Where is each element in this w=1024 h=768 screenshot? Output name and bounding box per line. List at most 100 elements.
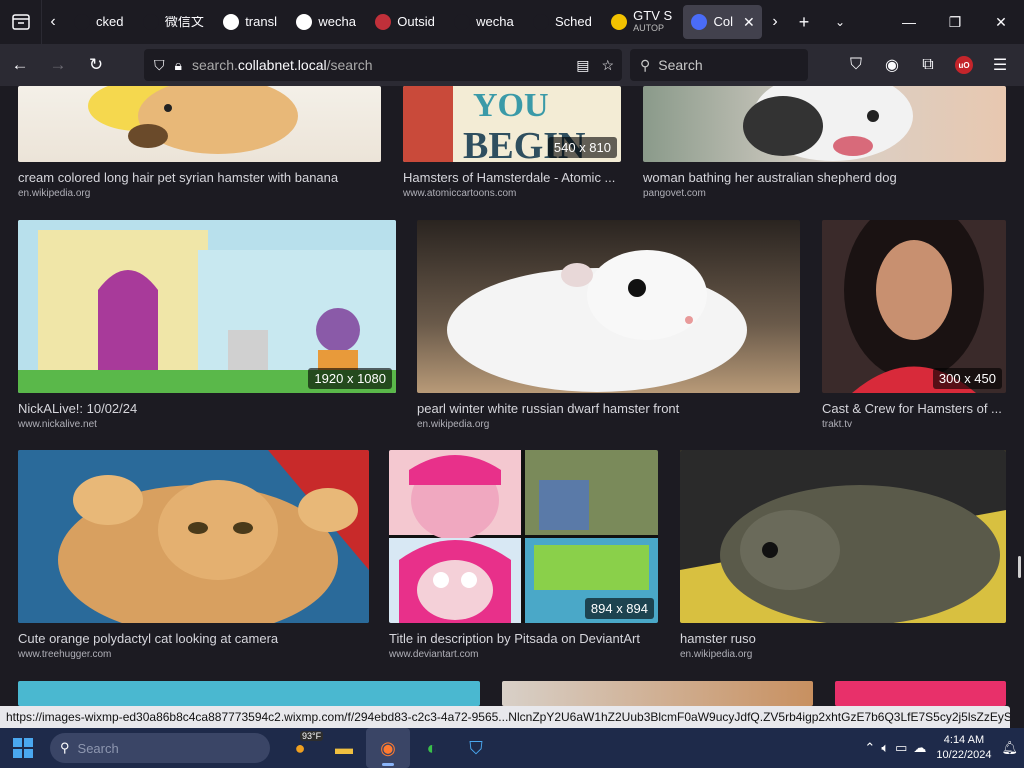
wechat-icon: ◐ bbox=[426, 737, 438, 758]
tabs-scroll-right-button[interactable]: › bbox=[764, 0, 786, 44]
maximize-button[interactable]: ❐ bbox=[932, 0, 978, 44]
tab-1[interactable]: 微信文 bbox=[135, 5, 211, 39]
shield-icon[interactable]: ⛉ bbox=[154, 57, 165, 74]
back-button[interactable]: ← bbox=[2, 49, 38, 81]
tab-label: transl bbox=[245, 16, 277, 28]
result-title[interactable]: hamster ruso bbox=[680, 631, 1006, 646]
result-card[interactable]: Cute orange polydactyl cat looking at ca… bbox=[18, 450, 369, 660]
extensions-button[interactable]: ⧉ bbox=[910, 49, 946, 81]
list-all-tabs-button[interactable]: ⌄ bbox=[822, 0, 858, 44]
shepherd-dog-image bbox=[743, 86, 913, 161]
tab-6[interactable]: Sched bbox=[525, 5, 599, 39]
notification-bell-icon[interactable]: 🔔︎ bbox=[1001, 740, 1018, 756]
reader-view-icon[interactable]: ▤ bbox=[576, 57, 589, 74]
tab-8[interactable]: Col ✕ bbox=[683, 5, 762, 39]
ublock-button[interactable]: uO bbox=[946, 49, 982, 81]
result-title[interactable]: Cute orange polydactyl cat looking at ca… bbox=[18, 631, 369, 646]
tab-2[interactable]: transl bbox=[215, 5, 284, 39]
pocket-button[interactable]: ⛉ bbox=[838, 49, 874, 81]
url-bar[interactable]: ⛉ 🔒︎ search.collabnet.local/search ▤ ☆ bbox=[144, 49, 622, 81]
result-thumbnail[interactable] bbox=[18, 86, 381, 162]
new-tab-button[interactable]: + bbox=[786, 0, 822, 44]
result-title[interactable]: NickALive!: 10/02/24 bbox=[18, 401, 396, 416]
result-title[interactable]: woman bathing her australian shepherd do… bbox=[643, 170, 1006, 185]
partial-tab-icon bbox=[74, 14, 90, 30]
close-tab-icon[interactable]: ✕ bbox=[743, 14, 755, 31]
system-tray: ⌃ 🔈︎ ▭ ☁ 4:14 AM 10/22/2024 🔔︎ bbox=[864, 728, 1024, 768]
tab-0[interactable]: cked bbox=[66, 5, 131, 39]
result-title[interactable]: Title in description by Pitsada on Devia… bbox=[389, 631, 658, 646]
start-button[interactable] bbox=[0, 728, 46, 768]
result-card[interactable]: woman bathing her australian shepherd do… bbox=[643, 86, 1006, 206]
arrow-right-icon: → bbox=[49, 55, 67, 74]
result-source: en.wikipedia.org bbox=[680, 649, 753, 660]
page-scrollbar-thumb[interactable] bbox=[1018, 556, 1021, 578]
tab-list-button[interactable] bbox=[0, 0, 42, 44]
taskbar-weather[interactable]: ● 93°F bbox=[278, 728, 324, 768]
result-thumbnail[interactable] bbox=[417, 220, 800, 393]
result-thumbnail[interactable]: 1920 x 1080 bbox=[18, 220, 396, 393]
chevron-down-icon: ⌄ bbox=[834, 15, 846, 29]
result-title[interactable]: Hamsters of Hamsterdale - Atomic ... bbox=[403, 170, 621, 185]
result-card[interactable]: 300 x 450 Cast & Crew for Hamsters of ..… bbox=[822, 220, 1006, 430]
tab-sublabel: AUTOP bbox=[633, 23, 665, 33]
result-card[interactable]: 1920 x 1080 NickALive!: 10/02/24 www.nic… bbox=[18, 220, 396, 430]
reload-button[interactable]: ↻ bbox=[78, 49, 114, 81]
result-card[interactable] bbox=[835, 681, 1006, 706]
hamster-banana-image bbox=[88, 86, 298, 154]
ublock-icon: uO bbox=[955, 56, 973, 74]
tab-label: GTV S bbox=[633, 10, 673, 22]
tab-5[interactable]: wecha bbox=[446, 5, 521, 39]
taskbar-wechat[interactable]: ◐ bbox=[410, 728, 454, 768]
dot-icon bbox=[142, 14, 159, 30]
tab-label: 微信文 bbox=[164, 16, 204, 28]
result-thumbnail[interactable]: YOU BEGIN 540 x 810 bbox=[403, 86, 621, 162]
result-thumbnail[interactable] bbox=[835, 681, 1006, 706]
search-bar[interactable]: ⚲ Search bbox=[630, 49, 808, 81]
volume-icon[interactable]: 🔈︎ bbox=[881, 740, 889, 756]
close-icon: ✕ bbox=[995, 13, 1007, 30]
result-card[interactable] bbox=[502, 681, 813, 706]
cloud-offline-icon[interactable]: ☁ bbox=[913, 740, 926, 756]
tab-7[interactable]: GTV S AUTOP bbox=[603, 5, 679, 39]
reload-icon: ↻ bbox=[88, 55, 104, 74]
taskbar-clock[interactable]: 4:14 AM 10/22/2024 bbox=[936, 733, 991, 763]
display-icon[interactable]: ▭ bbox=[895, 740, 907, 756]
taskbar-search[interactable]: ⚲ Search bbox=[50, 733, 270, 763]
result-thumbnail[interactable] bbox=[18, 681, 480, 706]
taskbar-defender[interactable]: ⛉ bbox=[454, 728, 498, 768]
result-thumbnail[interactable] bbox=[502, 681, 813, 706]
lock-icon[interactable]: 🔒︎ bbox=[175, 57, 182, 74]
tabs-scroll-left-button[interactable]: ‹ bbox=[42, 0, 64, 44]
taskbar-firefox[interactable]: ◉ bbox=[366, 728, 410, 768]
image-dimensions: 1920 x 1080 bbox=[308, 368, 392, 389]
result-card[interactable] bbox=[18, 681, 480, 706]
tab-label: Sched bbox=[554, 16, 592, 28]
arrow-left-icon: ← bbox=[11, 55, 29, 74]
result-title[interactable]: cream colored long hair pet syrian hamst… bbox=[18, 170, 381, 185]
result-source: en.wikipedia.org bbox=[18, 188, 91, 199]
result-card[interactable]: YOU BEGIN 540 x 810 Hamsters of Hamsterda… bbox=[403, 86, 621, 206]
close-window-button[interactable]: ✕ bbox=[978, 0, 1024, 44]
tab-3[interactable]: wecha bbox=[288, 5, 363, 39]
result-title[interactable]: pearl winter white russian dwarf hamster… bbox=[417, 401, 800, 416]
firefox-icon: ◉ bbox=[380, 737, 396, 758]
minimize-button[interactable]: — bbox=[886, 0, 932, 44]
tab-4[interactable]: Outsid bbox=[367, 5, 442, 39]
account-button[interactable]: ◉ bbox=[874, 49, 910, 81]
bookmark-star-icon[interactable]: ☆ bbox=[601, 57, 614, 74]
taskbar-file-explorer[interactable]: ▬ bbox=[322, 728, 366, 768]
forward-button[interactable]: → bbox=[40, 49, 76, 81]
result-title[interactable]: Cast & Crew for Hamsters of ... bbox=[822, 401, 1006, 416]
result-thumbnail[interactable] bbox=[680, 450, 1006, 623]
result-thumbnail[interactable]: 894 x 894 bbox=[389, 450, 658, 623]
result-card[interactable]: hamster ruso en.wikipedia.org bbox=[680, 450, 1006, 660]
menu-button[interactable]: ☰ bbox=[982, 49, 1018, 81]
result-thumbnail[interactable] bbox=[18, 450, 369, 623]
result-card[interactable]: 894 x 894 Title in description by Pitsad… bbox=[389, 450, 658, 660]
chevron-up-icon[interactable]: ⌃ bbox=[864, 740, 875, 756]
result-thumbnail[interactable]: 300 x 450 bbox=[822, 220, 1006, 393]
result-thumbnail[interactable] bbox=[643, 86, 1006, 162]
result-card[interactable]: cream colored long hair pet syrian hamst… bbox=[18, 86, 381, 206]
result-card[interactable]: pearl winter white russian dwarf hamster… bbox=[417, 220, 800, 430]
